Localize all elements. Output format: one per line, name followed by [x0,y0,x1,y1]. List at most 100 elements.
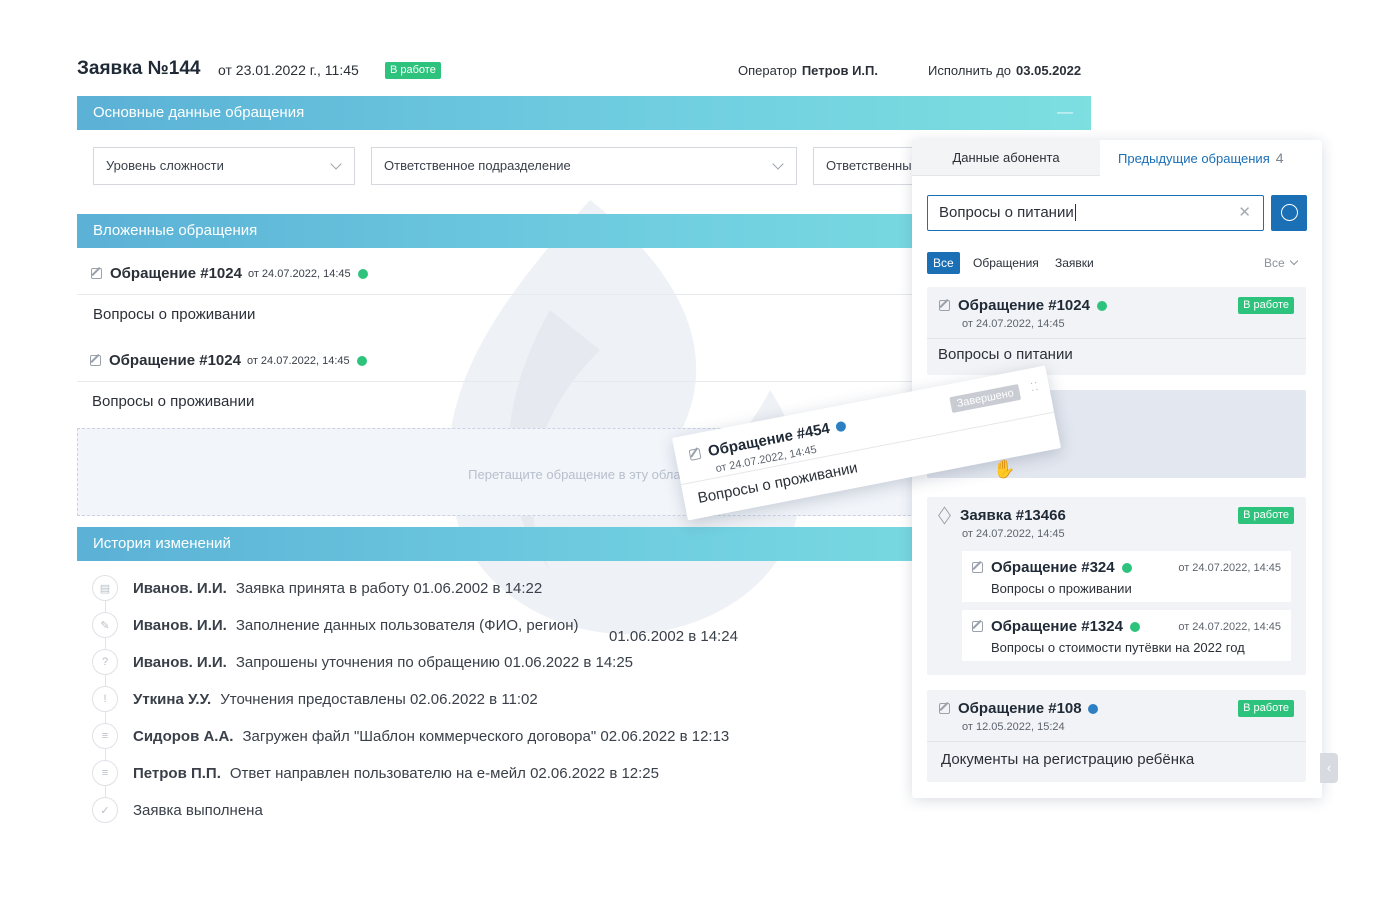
filter-select-label: Все [1264,256,1285,270]
due-date: Исполнить до 03.05.2022 [928,63,1081,78]
sub-request[interactable]: Обращение #324 от 24.07.2022, 14:45 Вопр… [962,551,1291,602]
history-item: ≡ Сидоров А.А. Загружен файл "Шаблон ком… [92,721,729,751]
card-title: Заявка #13466 [960,507,1066,524]
card-title: Обращение #108 [958,700,1082,717]
card-text: Документы на регистрацию ребёнка [927,741,1306,778]
complexity-select[interactable]: Уровень сложности [93,147,355,185]
whatsapp-icon [356,355,367,366]
nested-item-date: от 24.07.2022, 14:45 [246,354,350,367]
request-date: от 23.01.2022 г., 11:45 [218,62,359,78]
history-item: ≡ Петров П.П. Ответ направлен пользовате… [92,758,659,788]
sub-date: от 24.07.2022, 14:45 [1178,562,1281,574]
history-author: Сидоров А.А. [133,727,234,745]
search-input[interactable]: Вопросы о питании ✕ [927,195,1264,231]
document-icon: ▤ [92,575,118,601]
history-item: ✎ Иванов. И.И. Заполнение данных пользов… [92,610,579,640]
chevron-down-icon [772,158,784,170]
status-badge: В работе [1238,700,1294,717]
pencil-icon: ✎ [92,612,118,638]
section-nested-title: Вложенные обращения [93,222,258,239]
edit-icon [939,703,950,714]
panel-collapse-button[interactable]: ‹ [1320,753,1338,783]
search-icon [1281,204,1298,221]
history-item: ! Уткина У.У. Уточнения предоставлены 02… [92,684,538,714]
history-author: Петров П.П. [133,764,221,782]
filter-requests[interactable]: Обращения [973,252,1039,274]
section-history-title: История изменений [93,535,231,552]
chat-icon: ≡ [92,760,118,786]
nested-item-title: Обращение #1024 [110,265,242,282]
drag-handle-icon[interactable]: ∙∙ ∙∙ [1029,376,1041,396]
edit-icon [972,562,983,573]
close-icon[interactable]: ✕ [1238,196,1251,230]
operator: Оператор Петров И.П. [738,63,878,78]
section-main-data-title: Основные данные обращения [93,104,305,121]
history-text: Заполнение данных пользователя (ФИО, рег… [235,616,579,634]
chat-question-icon: ? [92,649,118,675]
edit-icon [939,300,950,311]
history-item: ? Иванов. И.И. Запрошены уточнения по об… [92,647,633,677]
department-select-label: Ответственное подразделение [384,158,571,173]
history-item: ✓ Заявка выполнена [92,795,263,825]
history-text: Запрошены уточнения по обращению 01.06.2… [235,653,634,671]
search-button[interactable] [1271,195,1307,231]
card-date: от 24.07.2022, 14:45 [962,318,1065,330]
history-text: Загружен файл "Шаблон коммерческого дого… [242,727,730,745]
search-value: Вопросы о питании [939,204,1074,221]
tab-previous-requests[interactable]: Предыдущие обращения 4 [1100,140,1322,176]
chevron-down-icon [1289,256,1298,266]
history-author: Иванов. И.И. [133,616,227,634]
request-card[interactable]: Обращение #1024 от 24.07.2022, 14:45 В р… [927,287,1306,375]
tab-count: 4 [1275,150,1284,166]
responsible-select[interactable]: Ответственны [813,147,923,185]
chevron-down-icon [330,158,342,170]
hand-cursor-icon: ✋ [993,459,1016,479]
status-badge: В работе [385,62,441,79]
send-icon [938,506,951,525]
responsible-select-label: Ответственны [826,158,912,173]
history-item: ▤ Иванов. И.И. Заявка принята в работу 0… [92,573,542,603]
edit-icon [688,447,702,461]
nested-item-title: Обращение #1024 [109,352,241,369]
edit-icon [91,268,102,279]
filter-all[interactable]: Все [927,252,960,274]
tab-previous-requests-label: Предыдущие обращения [1118,151,1270,166]
tab-subscriber-data[interactable]: Данные абонента [912,140,1100,176]
card-date: от 12.05.2022, 15:24 [962,721,1065,733]
sub-title: Обращение #1324 [991,618,1123,635]
department-select[interactable]: Ответственное подразделение [371,147,797,185]
telegram-icon [834,420,847,433]
edit-icon [90,355,101,366]
history-author: Иванов. И.И. [133,653,227,671]
section-main-data[interactable]: Основные данные обращения — [77,96,1091,130]
sub-date: от 24.07.2022, 14:45 [1178,621,1281,633]
history-text: Ответ направлен пользователю на е-мейл 0… [229,764,659,782]
operator-name: Петров И.П. [801,63,878,78]
page-title: Заявка №144 [77,58,201,79]
history-author: Иванов. И.И. [133,579,227,597]
request-card[interactable]: Обращение #108 от 12.05.2022, 15:24 В ра… [927,690,1306,782]
edit-icon [972,621,983,632]
collapse-icon[interactable]: — [1057,96,1073,130]
application-card[interactable]: Заявка #13466 от 24.07.2022, 14:45 В раб… [927,497,1306,675]
filter-applications[interactable]: Заявки [1055,252,1094,274]
filter-select[interactable]: Все [1264,252,1298,274]
whatsapp-icon [1096,300,1107,311]
chat-answer-icon: ! [92,686,118,712]
sub-request[interactable]: Обращение #1324 от 24.07.2022, 14:45 Воп… [962,610,1291,661]
history-author: Уткина У.У. [133,690,212,708]
due-label: Исполнить до [928,63,1012,78]
status-badge: В работе [1238,297,1294,314]
page: Заявка №144 от 23.01.2022 г., 11:45 В ра… [0,0,1400,900]
whatsapp-icon [1129,621,1140,632]
check-icon: ✓ [92,797,118,823]
history-text: Заявка принята в работу 01.06.2002 в 14:… [235,579,543,597]
whatsapp-icon [357,268,368,279]
nested-item-date: от 24.07.2022, 14:45 [247,267,351,280]
chat-icon: ≡ [92,723,118,749]
sub-title: Обращение #324 [991,559,1115,576]
previous-requests-panel: Данные абонента Предыдущие обращения 4 Во… [912,140,1322,798]
sub-text: Вопросы о стоимости путёвки на 2022 год [991,640,1245,655]
history-text: Заявка выполнена [133,801,263,819]
sub-text: Вопросы о проживании [991,581,1132,596]
